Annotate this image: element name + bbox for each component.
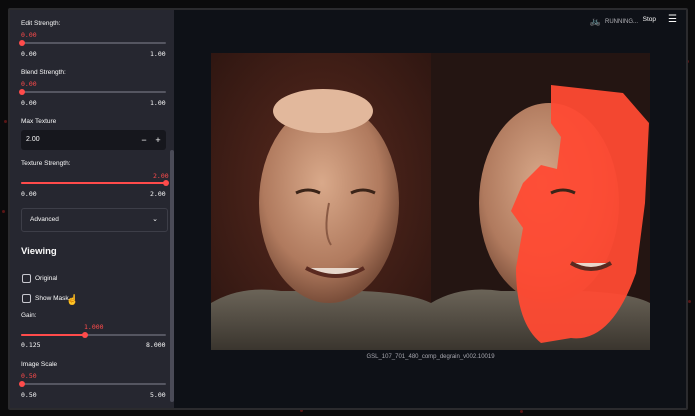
image-scale-min: 0.50	[21, 391, 37, 399]
texture-strength-label: Texture Strength:	[21, 160, 71, 167]
gain-max: 8.000	[146, 341, 166, 349]
blend-strength-thumb[interactable]	[19, 89, 25, 95]
max-texture-label: Max Texture	[21, 118, 57, 125]
pointer-cursor-icon: ☝	[66, 295, 79, 306]
viewing-heading: Viewing	[21, 246, 57, 257]
advanced-expander[interactable]: Advanced ⌄	[21, 208, 168, 232]
increment-button[interactable]: +	[152, 134, 164, 146]
edit-strength-value: 0.00	[21, 31, 37, 39]
hamburger-icon[interactable]: ☰	[668, 14, 677, 25]
show-mask-checkbox[interactable]	[22, 294, 31, 303]
edit-strength-thumb[interactable]	[19, 40, 25, 46]
edit-strength-max: 1.00	[150, 50, 166, 58]
edit-strength-min: 0.00	[21, 50, 37, 58]
running-status-text: RUNNING...	[605, 18, 638, 25]
blend-strength-label: Blend Strength:	[21, 69, 66, 76]
blend-strength-value: 0.00	[21, 80, 37, 88]
texture-strength-value: 2.00	[153, 172, 169, 180]
image-scale-value: 0.50	[21, 372, 37, 380]
image-caption: GSL_107_701_480_comp_degrain_v002.10019	[366, 354, 495, 360]
max-texture-input[interactable]: 2.00 − +	[21, 130, 166, 150]
chevron-down-icon: ⌄	[152, 216, 158, 223]
blend-strength-max: 1.00	[150, 99, 166, 107]
running-status: 🚲 RUNNING...	[590, 16, 638, 27]
advanced-label: Advanced	[30, 216, 59, 223]
original-label[interactable]: Original	[35, 275, 57, 282]
texture-strength-min: 0.00	[21, 190, 37, 198]
original-checkbox[interactable]	[22, 274, 31, 283]
texture-strength-fill	[21, 182, 166, 184]
original-image-panel	[211, 53, 431, 350]
stop-button[interactable]: Stop	[643, 16, 656, 23]
gain-min: 0.125	[21, 341, 41, 349]
decrement-button[interactable]: −	[138, 134, 150, 146]
gain-label: Gain:	[21, 312, 37, 319]
app-window: Edit Strength: 0.00 0.00 1.00 Blend Stre…	[8, 8, 688, 410]
show-mask-label[interactable]: Show Mask	[35, 295, 69, 302]
image-viewer	[211, 53, 650, 350]
bike-icon: 🚲	[589, 16, 601, 26]
texture-strength-thumb[interactable]	[163, 180, 169, 186]
image-scale-max: 5.00	[150, 391, 166, 399]
edit-strength-slider[interactable]	[21, 42, 166, 44]
blend-strength-min: 0.00	[21, 99, 37, 107]
main-area: 🚲 RUNNING... Stop ☰ GSL_107_701_480_comp…	[174, 10, 686, 408]
image-scale-slider[interactable]	[21, 383, 166, 385]
edit-strength-label: Edit Strength:	[21, 20, 61, 27]
texture-strength-max: 2.00	[150, 190, 166, 198]
gain-fill	[21, 334, 85, 336]
image-scale-thumb[interactable]	[19, 381, 25, 387]
blend-strength-slider[interactable]	[21, 91, 166, 93]
sidebar: Edit Strength: 0.00 0.00 1.00 Blend Stre…	[10, 10, 174, 408]
gain-thumb[interactable]	[82, 332, 88, 338]
max-texture-value: 2.00	[26, 136, 40, 143]
image-scale-label: Image Scale	[21, 361, 58, 368]
gain-value: 1.000	[84, 323, 104, 331]
mask-image-panel	[431, 53, 650, 350]
